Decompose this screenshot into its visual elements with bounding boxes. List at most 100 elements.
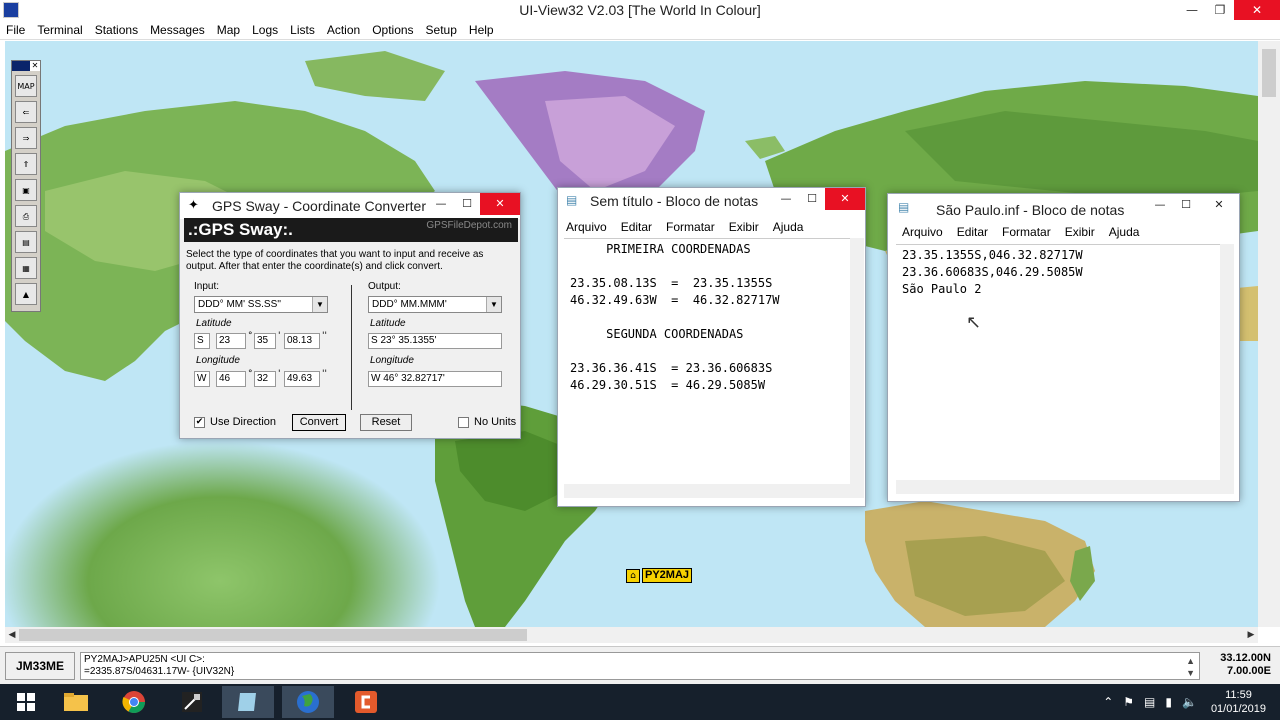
notepad-untitled-minimize-button[interactable]: — [773,188,799,210]
notepad-saopaulo-vscroll[interactable] [1220,244,1234,480]
tray-clock[interactable]: 11:59 01/01/2019 [1211,688,1266,716]
lon-sec-input[interactable]: 49.63 [284,371,320,387]
taskbar-chrome[interactable] [108,686,160,718]
minimize-button[interactable]: — [1178,0,1206,20]
lat-deg-input[interactable]: 23 [216,333,246,349]
book-icon[interactable]: ▦ [15,257,37,279]
notepad-untitled-maximize-button[interactable]: ☐ [799,188,825,210]
output-longitude-field[interactable]: W 46° 32.82717' [368,371,502,387]
menu-logs[interactable]: Logs [252,23,278,37]
window-icon[interactable]: ▣ [15,179,37,201]
menu-help[interactable]: Help [469,23,494,37]
map-select-icon[interactable]: MAP [15,75,37,97]
notepad-saopaulo-text-area[interactable]: 23.35.1355S,046.32.82717W 23.36.60683S,0… [896,244,1220,480]
map-horizontal-scrollbar[interactable]: ◀ ▶ [5,627,1258,643]
satellite-icon [182,692,202,712]
reset-button[interactable]: Reset [360,414,412,431]
menu-exibir[interactable]: Exibir [729,220,759,234]
notepad-saopaulo-titlebar: ▤ São Paulo.inf - Bloco de notas — ☐ ✕ [888,194,1239,220]
lat-min-input[interactable]: 35 [254,333,276,349]
lon-dir-input[interactable]: W [194,371,210,387]
second-symbol: '' [322,331,327,341]
menu-formatar[interactable]: Formatar [1002,225,1051,239]
output-format-select[interactable]: DDD° MM.MMM' ▼ [368,296,502,313]
map-horizontal-scroll-thumb[interactable] [19,629,527,641]
menu-formatar[interactable]: Formatar [666,220,715,234]
map-vertical-scroll-thumb[interactable] [1262,49,1276,97]
input-format-select[interactable]: DDD° MM' SS.SS'' ▼ [194,296,328,313]
notepad-untitled-hscroll[interactable] [564,484,864,498]
scroll-left-icon[interactable]: ◀ [5,627,19,643]
notepad-untitled-vscroll[interactable] [850,238,864,484]
station-marker[interactable]: ⌂ PY2MAJ [626,568,693,583]
start-button[interactable] [0,686,52,718]
camtasia-icon [355,691,377,713]
notepad-untitled-text-area[interactable]: PRIMEIRA COORDENADAS 23.35.08.13S = 23.3… [564,238,850,484]
use-direction-checkbox[interactable]: ✔ [194,417,205,428]
notepad-saopaulo-minimize-button[interactable]: — [1147,194,1173,216]
printer-icon[interactable]: ⎙ [15,205,37,227]
tray-battery-icon[interactable]: ▮ [1165,695,1172,709]
menu-ajuda[interactable]: Ajuda [1109,225,1140,239]
gps-sway-minimize-button[interactable]: — [428,193,454,215]
close-button[interactable]: ✕ [1234,0,1280,20]
palette-close-icon[interactable]: ✕ [30,61,40,71]
notepad-icon: ▤ [566,193,578,207]
menu-editar[interactable]: Editar [621,220,652,234]
map-vertical-scrollbar[interactable] [1258,41,1280,627]
packet-scroll-icon[interactable]: ▲ ▼ [1186,655,1195,679]
taskbar-camtasia[interactable] [340,686,392,718]
output-latitude-field[interactable]: S 23° 35.1355' [368,333,502,349]
page-icon[interactable]: ▤ [15,231,37,253]
tray-chevron-icon[interactable]: ⌃ [1103,695,1113,709]
menu-options[interactable]: Options [372,23,413,37]
notepad-saopaulo-maximize-button[interactable]: ☐ [1173,194,1199,216]
depot-text: GPSFileDepot.com [426,220,512,231]
tray-volume-icon[interactable]: 🔈 [1182,695,1197,709]
clock-date: 01/01/2019 [1210,703,1266,715]
menu-exibir[interactable]: Exibir [1065,225,1095,239]
lon-min-input[interactable]: 32 [254,371,276,387]
tray-flag-icon[interactable]: ⚑ [1123,695,1134,709]
convert-button[interactable]: Convert [292,414,346,431]
menu-map[interactable]: Map [217,23,240,37]
arrow-left-icon[interactable]: ⇐ [15,101,37,123]
lat-dir-input[interactable]: S [194,333,210,349]
system-tray: ⌃ ⚑ ▤ ▮ 🔈 11:59 01/01/2019 [1103,684,1280,720]
arrow-up-icon[interactable]: ⇑ [15,153,37,175]
menu-arquivo[interactable]: Arquivo [902,225,943,239]
menu-stations[interactable]: Stations [95,23,138,37]
menu-messages[interactable]: Messages [150,23,205,37]
packet-display: PY2MAJ>APU25N <UI C>: =2335.87S/04631.17… [80,652,1200,680]
menu-setup[interactable]: Setup [426,23,457,37]
lon-deg-input[interactable]: 46 [216,371,246,387]
notepad-saopaulo-hscroll[interactable] [896,480,1234,494]
taskbar-gps-app[interactable] [166,686,218,718]
scroll-right-icon[interactable]: ▶ [1244,627,1258,643]
notepad-saopaulo-title: São Paulo.inf - Bloco de notas [936,202,1125,218]
house-icon: ⌂ [626,568,640,583]
taskbar-file-explorer[interactable] [50,686,102,718]
menu-ajuda[interactable]: Ajuda [773,220,804,234]
lat-sec-input[interactable]: 08.13 [284,333,320,349]
menu-arquivo[interactable]: Arquivo [566,220,607,234]
antenna-icon[interactable]: ▲ [15,283,37,305]
tray-network-icon[interactable]: ▤ [1144,695,1155,709]
menu-lists[interactable]: Lists [290,23,315,37]
arrow-right-icon[interactable]: ⇒ [15,127,37,149]
menu-action[interactable]: Action [327,23,360,37]
no-units-checkbox[interactable] [458,417,469,428]
restore-button[interactable]: ❐ [1206,0,1234,20]
taskbar-uiview[interactable] [282,686,334,718]
taskbar-notepad[interactable] [222,686,274,718]
input-latitude-label: Latitude [196,318,232,329]
gps-sway-maximize-button[interactable]: ☐ [454,193,480,215]
gps-sway-window: ✦ GPS Sway - Coordinate Converter — ☐ ✕ … [179,192,521,439]
clock-time: 11:59 [1225,689,1252,701]
menu-terminal[interactable]: Terminal [37,23,82,37]
gps-sway-close-button[interactable]: ✕ [480,193,520,215]
notepad-saopaulo-close-button[interactable]: ✕ [1199,194,1239,216]
menu-editar[interactable]: Editar [957,225,988,239]
notepad-untitled-close-button[interactable]: ✕ [825,188,865,210]
menu-file[interactable]: File [6,23,25,37]
